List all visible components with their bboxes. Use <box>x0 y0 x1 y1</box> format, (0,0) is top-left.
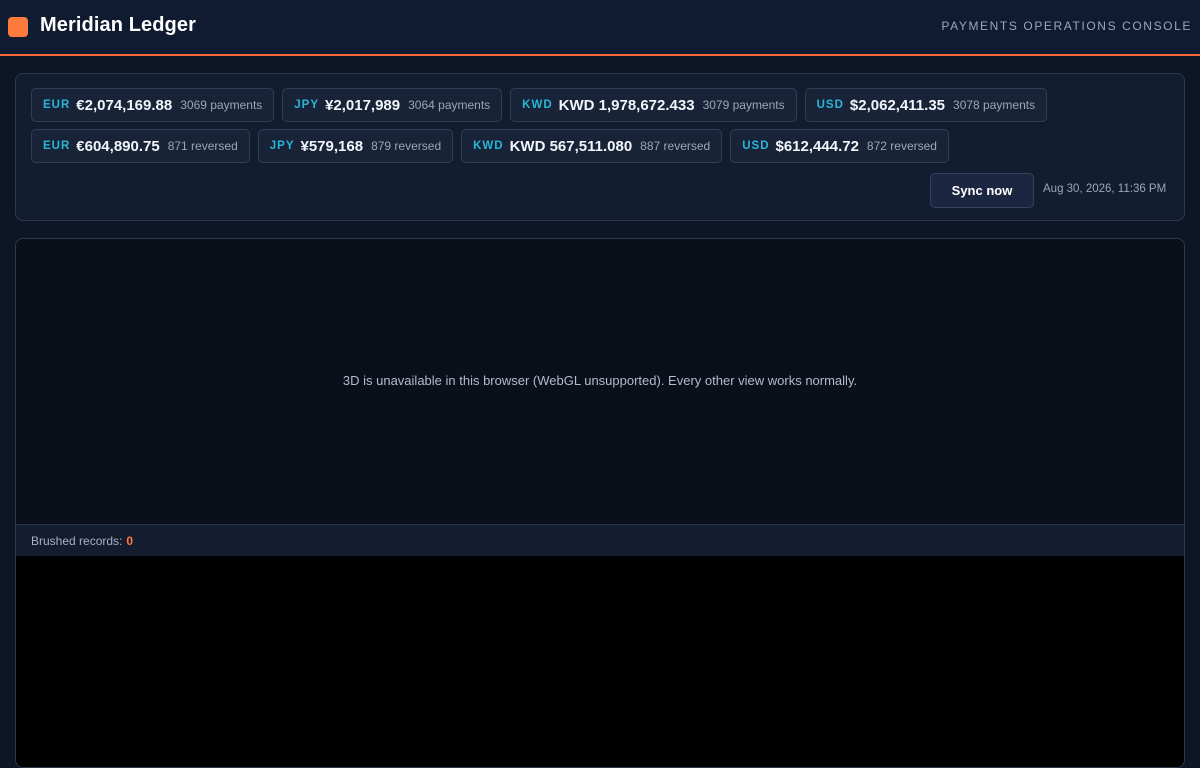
webgl-unavailable-message: 3D is unavailable in this browser (WebGL… <box>342 373 858 388</box>
reversal-chip-kwd: KWD KWD 567,511.080 887 reversed <box>461 129 723 163</box>
payment-amount: €2,074,169.88 <box>76 96 173 114</box>
reversal-amount: $612,444.72 <box>775 137 859 155</box>
payment-count: 3079 payments <box>702 98 785 112</box>
payment-count: 3069 payments <box>180 98 263 112</box>
reversals-row: EUR €604,890.75 871 reversed JPY ¥579,16… <box>31 129 949 163</box>
payment-chip-jpy: JPY ¥2,017,989 3064 payments <box>282 88 503 122</box>
summary-panel: EUR €2,074,169.88 3069 payments JPY ¥2,0… <box>15 73 1185 221</box>
reversal-count: 871 reversed <box>167 139 238 153</box>
payment-chip-eur: EUR €2,074,169.88 3069 payments <box>31 88 275 122</box>
currency-code: USD <box>742 140 770 152</box>
brushed-records-count: 0 <box>126 533 134 548</box>
currency-code: KWD <box>473 140 504 152</box>
payments-row: EUR €2,074,169.88 3069 payments JPY ¥2,0… <box>31 88 1048 122</box>
reversal-amount: KWD 567,511.080 <box>509 137 633 155</box>
currency-code: JPY <box>269 140 295 152</box>
currency-code: EUR <box>43 140 71 152</box>
brushed-records-label: Brushed records: <box>31 533 123 548</box>
reversal-amount: €604,890.75 <box>76 137 160 155</box>
currency-code: JPY <box>294 99 320 111</box>
sync-now-button[interactable]: Sync now <box>930 173 1034 208</box>
records-canvas[interactable] <box>16 556 1184 767</box>
payment-chip-usd: USD $2,062,411.35 3078 payments <box>804 88 1048 122</box>
reversal-count: 887 reversed <box>640 139 711 153</box>
console-subtitle: PAYMENTS OPERATIONS CONSOLE <box>941 19 1192 33</box>
payment-amount: ¥2,017,989 <box>325 96 401 114</box>
reversal-count: 872 reversed <box>866 139 937 153</box>
reversal-chip-usd: USD $612,444.72 872 reversed <box>730 129 949 163</box>
last-sync-timestamp: Aug 30, 2026, 11:36 PM <box>1043 183 1167 195</box>
brush-status-bar: Brushed records: 0 <box>16 524 1184 556</box>
reversal-count: 879 reversed <box>371 139 442 153</box>
payment-count: 3078 payments <box>953 98 1036 112</box>
currency-code: EUR <box>43 99 71 111</box>
reversal-amount: ¥579,168 <box>300 137 364 155</box>
3d-view-panel: 3D is unavailable in this browser (WebGL… <box>15 238 1185 768</box>
payment-count: 3064 payments <box>408 98 491 112</box>
brand-logo-icon <box>8 17 28 37</box>
payment-amount: $2,062,411.35 <box>849 96 946 114</box>
currency-code: USD <box>816 99 844 111</box>
payment-chip-kwd: KWD KWD 1,978,672.433 3079 payments <box>510 88 797 122</box>
reversal-chip-jpy: JPY ¥579,168 879 reversed <box>257 129 454 163</box>
reversal-chip-eur: EUR €604,890.75 871 reversed <box>31 129 250 163</box>
top-bar: Meridian Ledger PAYMENTS OPERATIONS CONS… <box>0 0 1200 56</box>
currency-code: KWD <box>522 99 553 111</box>
app-title: Meridian Ledger <box>40 14 196 36</box>
payment-amount: KWD 1,978,672.433 <box>558 96 695 114</box>
